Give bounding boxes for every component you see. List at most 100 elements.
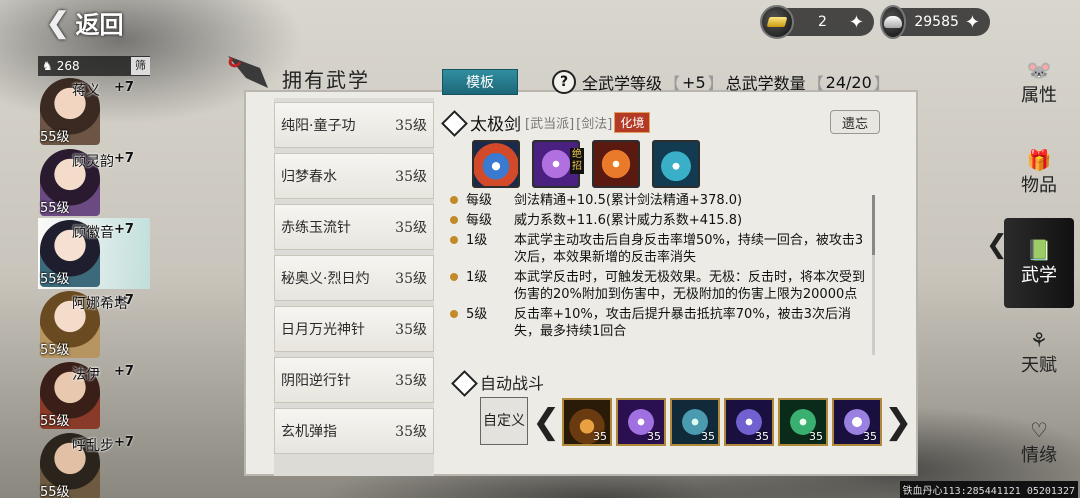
forget-button[interactable]: 遗忘 [830, 110, 880, 134]
character-name: 蒋义 [72, 83, 100, 99]
realm-badge: 化境 [614, 111, 651, 133]
template-button[interactable]: 模板 [442, 69, 518, 95]
skill-item[interactable]: 归梦春水 35级 [274, 153, 434, 199]
skill-name: 纯阳·童子功 [281, 118, 356, 134]
back-button[interactable]: ❮ 返回 [46, 4, 146, 40]
effect-text: 威力系数+11.6(累计威力系数+415.8) [514, 213, 743, 228]
ultimate-move-icon[interactable]: 绝招 [532, 140, 584, 188]
character-name: 法伊 [72, 367, 100, 383]
mouse-icon: 🐭 [1026, 58, 1052, 82]
tab-label: 武学 [1021, 265, 1057, 286]
bullet-icon [450, 273, 458, 281]
effect-scrollbar[interactable] [872, 195, 875, 355]
chevron-left-icon[interactable]: ❮ [532, 402, 561, 442]
add-gold-button[interactable]: ✦ [849, 12, 864, 33]
skill-item[interactable]: 阴阳逆行针 35级 [274, 357, 434, 403]
custom-button[interactable]: 自定义 [480, 397, 528, 445]
page-title: 拥有武学 [282, 68, 370, 92]
skill-item[interactable]: 秘奥义·烈日灼 35级 [274, 255, 434, 301]
effect-row: 每级 剑法精通+10.5(累计剑法精通+378.0) [448, 192, 872, 209]
silver-currency: 29585 ✦ [880, 5, 990, 39]
slot-level: 35 [755, 430, 769, 443]
all-level-value: +5 [682, 72, 706, 92]
tab-items[interactable]: 🎁 物品 [1004, 128, 1074, 218]
skill-level: 35级 [395, 424, 427, 440]
effect-row: 1级 本武学主动攻击后自身反击率增50%，持续一回合，被攻击3次后，本效果新增的… [448, 232, 872, 266]
skill-detail-name: 太极剑 [470, 114, 521, 135]
character-item-selected[interactable]: 顾徽音 +7 55级 [38, 218, 150, 289]
tab-affection[interactable]: ♡ 情缘 [1004, 398, 1074, 488]
auto-skill-slot[interactable]: 35 [616, 398, 666, 446]
character-list-header: ♞ 268 筛 [38, 56, 150, 76]
skill-level: 35级 [395, 169, 427, 185]
move-icons: 绝招 [472, 140, 700, 188]
skill-level: 35级 [395, 322, 427, 338]
heart-icon: ♡ [1030, 418, 1048, 442]
book-icon: 📗 [1026, 238, 1052, 262]
move-icon[interactable] [592, 140, 640, 188]
character-item[interactable]: 顾灵韵 +7 55级 [38, 147, 150, 218]
character-name: 顾灵韵 [72, 154, 114, 170]
character-name: 呼乱步 [72, 438, 114, 454]
skill-name: 归梦春水 [281, 169, 337, 185]
skill-level: 35级 [395, 118, 427, 134]
all-level-label: 全武学等级 [582, 74, 663, 93]
effect-text: 本武学主动攻击后自身反击率增50%，持续一回合，被攻击3次后，本效果新增的反击率… [514, 233, 864, 265]
diamond-icon [442, 111, 464, 133]
auto-skill-slot[interactable]: 35 [778, 398, 828, 446]
chevron-right-icon[interactable]: ❯ [884, 402, 913, 442]
ultimate-badge: 绝招 [570, 148, 584, 174]
skill-item[interactable]: 赤练玉流针 35级 [274, 204, 434, 250]
slot-level: 35 [647, 430, 661, 443]
character-item[interactable]: 阿娜希塔 +7 55级 [38, 289, 150, 360]
add-silver-button[interactable]: ✦ [965, 12, 980, 33]
character-level: 55级 [40, 130, 70, 145]
total-label: 总武学数量 [725, 74, 806, 93]
tab-talent[interactable]: ⚘ 天赋 [1004, 308, 1074, 398]
tab-attributes[interactable]: 🐭 属性 [1004, 38, 1074, 128]
filter-button[interactable]: 筛 [131, 57, 150, 75]
skill-item[interactable]: 日月万光神针 35级 [274, 306, 434, 352]
effect-row: 1级 本武学反击时，可触发无极效果。无极：反击时，将本次受到伤害的20%附加到伤… [448, 269, 872, 303]
branch-icon: ⚘ [1030, 328, 1048, 352]
character-list: ♞ 268 筛 蒋义 +7 55级 顾灵韵 +7 55级 顾徽音 +7 55级 … [38, 56, 150, 498]
slot-level: 35 [863, 430, 877, 443]
character-name: 顾徽音 [72, 225, 114, 241]
diamond-icon [452, 371, 474, 393]
scroll-thumb[interactable] [872, 195, 875, 255]
effect-text: 本武学反击时，可触发无极效果。无极：反击时，将本次受到伤害的20%附加到伤害中，… [514, 270, 866, 302]
help-icon[interactable]: ? [552, 70, 576, 94]
silver-value: 29585 [914, 14, 959, 30]
skill-level: 35级 [395, 373, 427, 389]
tab-martial-arts[interactable]: 📗 武学 [1004, 218, 1074, 308]
skill-level: 35级 [395, 220, 427, 236]
gold-bar-icon [760, 5, 794, 39]
auto-skill-slot[interactable]: 35 [724, 398, 774, 446]
skill-level: 35级 [395, 271, 427, 287]
skill-name: 玄机弹指 [281, 424, 337, 440]
effect-text: 剑法精通+10.5(累计剑法精通+378.0) [514, 193, 743, 208]
move-icon[interactable] [652, 140, 700, 188]
skill-item[interactable]: 纯阳·童子功 35级 [274, 102, 434, 148]
move-icon[interactable] [472, 140, 520, 188]
skill-item[interactable]: 玄机弹指 35级 [274, 408, 434, 454]
gold-value: 2 [817, 14, 827, 30]
character-item[interactable]: 呼乱步 +7 55级 [38, 431, 150, 498]
effect-level: 5级 [466, 307, 488, 322]
character-item[interactable]: 蒋义 +7 55级 [38, 76, 150, 147]
character-item[interactable]: 法伊 +7 55级 [38, 360, 150, 431]
character-level: 55级 [40, 414, 70, 429]
skill-list: 纯阳·童子功 35级 归梦春水 35级 赤练玉流针 35级 秘奥义·烈日灼 35… [274, 98, 434, 476]
slot-level: 35 [701, 430, 715, 443]
character-count: 268 [56, 59, 80, 73]
character-stars: +7 [114, 80, 134, 95]
auto-skill-slot[interactable]: 35 [832, 398, 882, 446]
slot-level: 35 [593, 430, 607, 443]
character-level: 55级 [40, 485, 70, 498]
server-info: 铁血丹心113:285441121 05201327 [899, 481, 1078, 498]
character-stars: +7 [114, 435, 134, 450]
auto-skill-slot[interactable]: 35 [670, 398, 720, 446]
effect-row: 5级 反击率+10%，攻击后提升暴击抵抗率70%，被击3次后消失，最多持续1回合 [448, 306, 872, 340]
auto-skill-slot[interactable]: 35 [562, 398, 612, 446]
character-stars: +7 [114, 364, 134, 379]
